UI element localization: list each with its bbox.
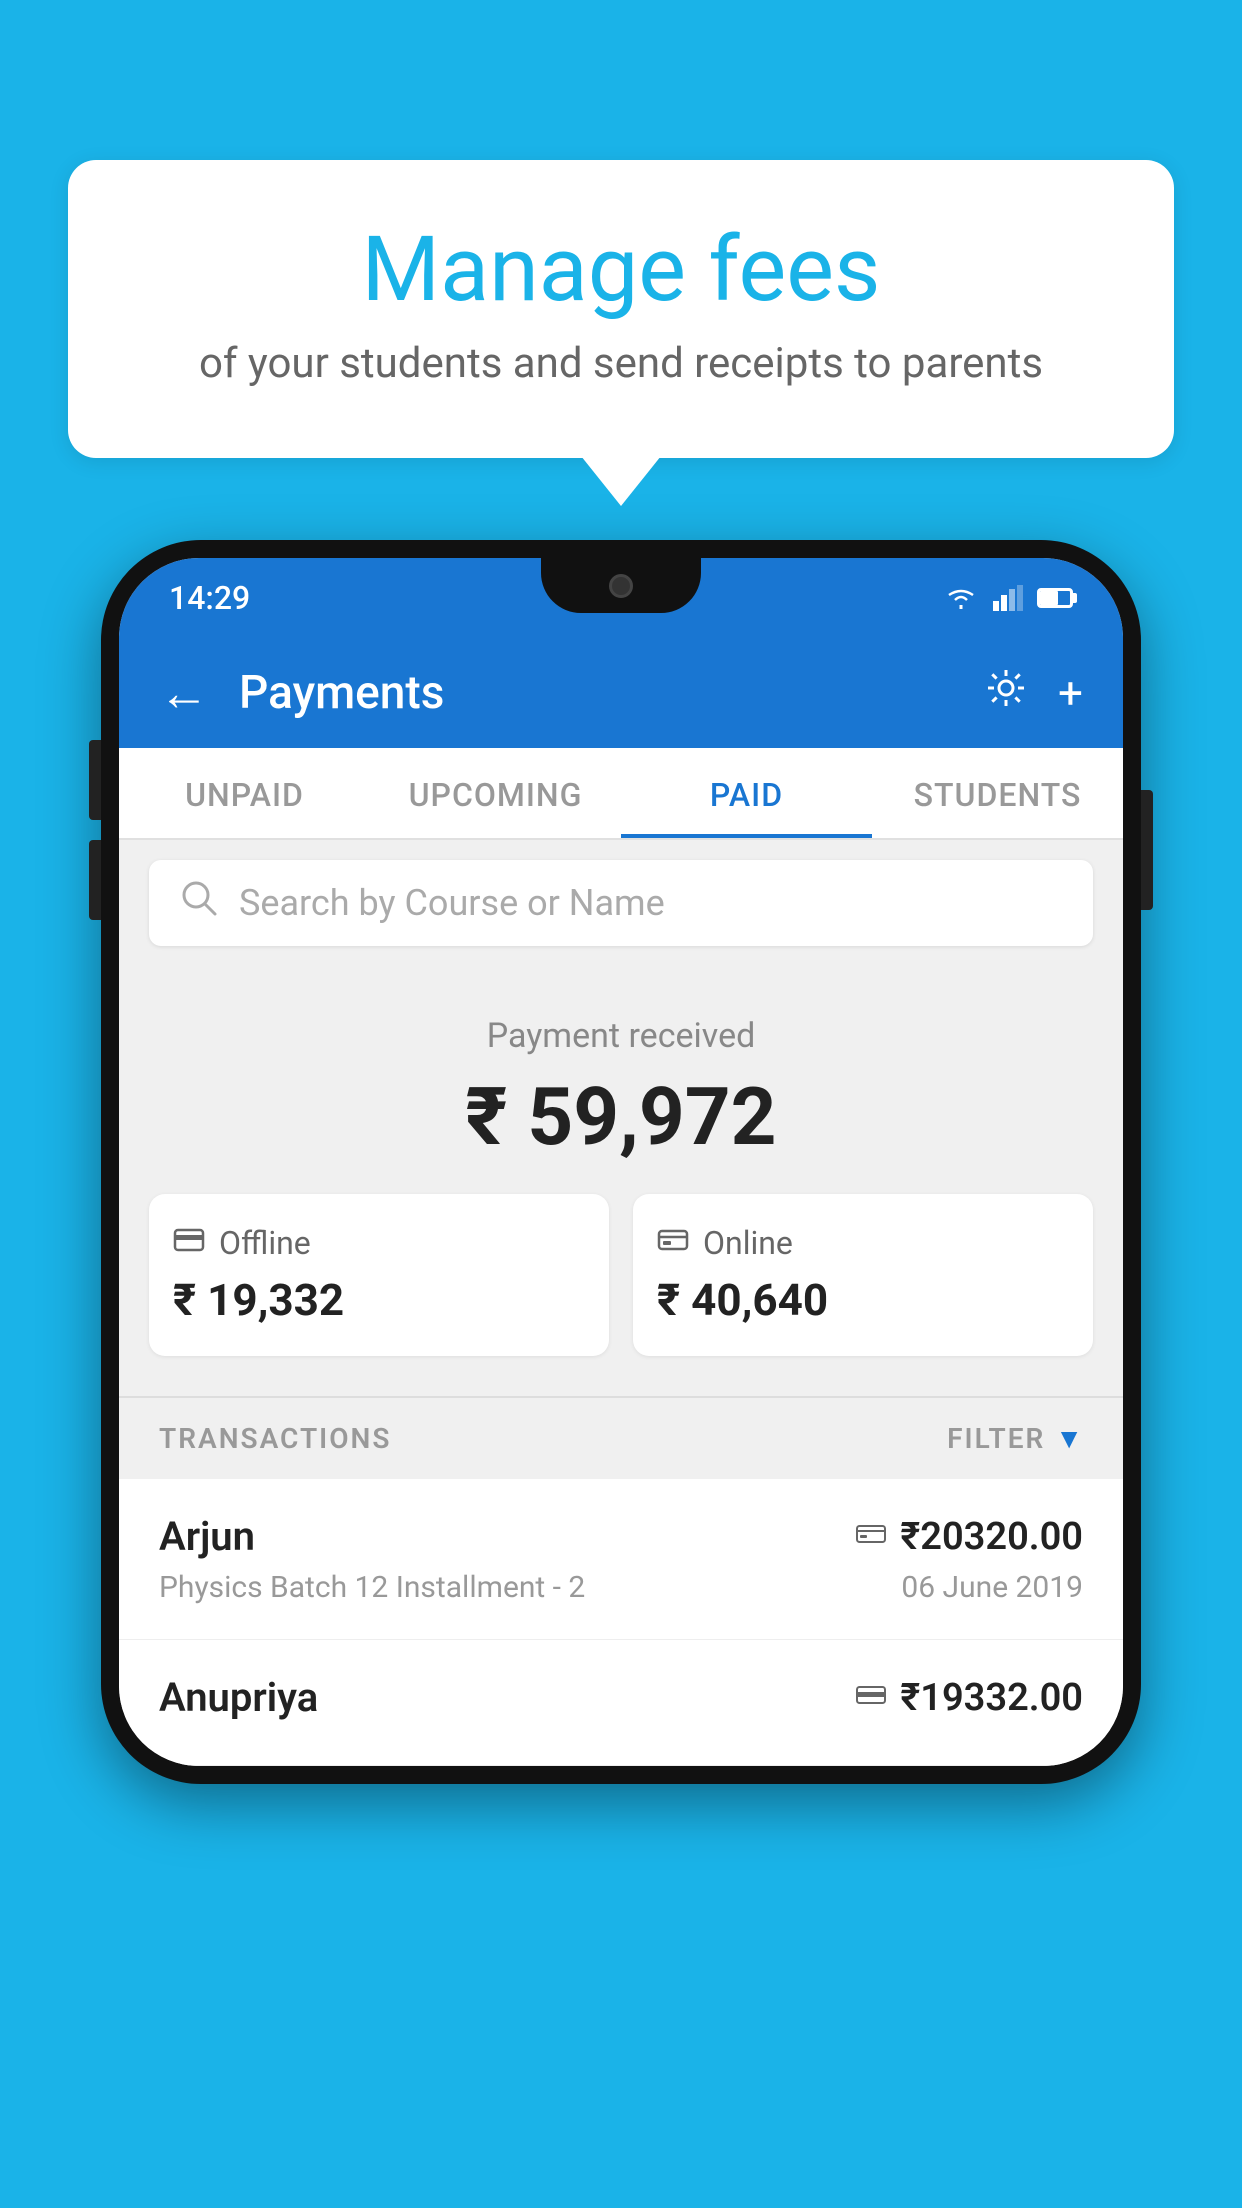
transaction-date: 06 June 2019 bbox=[901, 1570, 1083, 1605]
transaction-amount: ₹19332.00 bbox=[900, 1676, 1083, 1720]
add-button[interactable]: + bbox=[1058, 667, 1083, 719]
filter-container[interactable]: FILTER ▼ bbox=[947, 1422, 1083, 1455]
power-button bbox=[1141, 790, 1153, 910]
online-card: Online ₹ 40,640 bbox=[633, 1194, 1093, 1356]
tabs-bar: UNPAID UPCOMING PAID STUDENTS bbox=[119, 748, 1123, 840]
signal-icon bbox=[993, 585, 1023, 611]
phone-wrapper: 14:29 bbox=[101, 540, 1141, 1784]
transaction-item[interactable]: Anupriya ₹19332.00 bbox=[119, 1640, 1123, 1766]
payment-received-label: Payment received bbox=[149, 1016, 1093, 1056]
bubble-title: Manage fees bbox=[118, 220, 1124, 319]
filter-label: FILTER bbox=[947, 1422, 1045, 1455]
volume-down-button bbox=[89, 840, 101, 920]
payment-total-amount: ₹ 59,972 bbox=[149, 1070, 1093, 1164]
app-header: ← Payments + bbox=[119, 638, 1123, 748]
settings-icon[interactable] bbox=[984, 666, 1028, 721]
search-container: Search by Course or Name bbox=[119, 840, 1123, 966]
speech-bubble: Manage fees of your students and send re… bbox=[68, 160, 1174, 458]
online-label: Online bbox=[703, 1224, 793, 1262]
payment-summary: Payment received ₹ 59,972 Offline bbox=[119, 966, 1123, 1396]
page-title: Payments bbox=[239, 666, 954, 720]
header-icons: + bbox=[984, 666, 1083, 721]
transaction-payment-icon bbox=[856, 1519, 886, 1554]
transaction-amount-container: ₹19332.00 bbox=[856, 1676, 1083, 1720]
online-amount: ₹ 40,640 bbox=[657, 1274, 1069, 1326]
transaction-row-top: Anupriya ₹19332.00 bbox=[159, 1674, 1083, 1721]
transaction-amount: ₹20320.00 bbox=[900, 1515, 1083, 1559]
back-button[interactable]: ← bbox=[159, 664, 209, 723]
transaction-name: Anupriya bbox=[159, 1674, 318, 1721]
tab-students[interactable]: STUDENTS bbox=[872, 748, 1123, 838]
wifi-icon bbox=[943, 585, 979, 611]
offline-card-header: Offline bbox=[173, 1224, 585, 1262]
transaction-amount-container: ₹20320.00 bbox=[856, 1515, 1083, 1559]
phone-screen: 14:29 bbox=[119, 558, 1123, 1766]
search-bar[interactable]: Search by Course or Name bbox=[149, 860, 1093, 946]
online-card-header: Online bbox=[657, 1224, 1069, 1262]
transactions-label: TRANSACTIONS bbox=[159, 1422, 391, 1455]
status-bar: 14:29 bbox=[119, 558, 1123, 638]
bubble-subtitle: of your students and send receipts to pa… bbox=[118, 339, 1124, 388]
phone-frame: 14:29 bbox=[101, 540, 1141, 1784]
offline-payment-icon bbox=[173, 1224, 205, 1262]
transaction-payment-icon bbox=[856, 1680, 886, 1715]
search-input-placeholder[interactable]: Search by Course or Name bbox=[239, 882, 665, 924]
transaction-item[interactable]: Arjun ₹20320.00 Physics Batch 1 bbox=[119, 1479, 1123, 1640]
filter-icon: ▼ bbox=[1055, 1422, 1083, 1455]
online-payment-icon bbox=[657, 1224, 689, 1262]
tab-upcoming[interactable]: UPCOMING bbox=[370, 748, 621, 838]
transaction-row-bottom: Physics Batch 12 Installment - 2 06 June… bbox=[159, 1570, 1083, 1605]
status-time: 14:29 bbox=[169, 579, 250, 617]
status-icons bbox=[943, 585, 1073, 611]
tab-unpaid[interactable]: UNPAID bbox=[119, 748, 370, 838]
payment-cards: Offline ₹ 19,332 bbox=[149, 1194, 1093, 1356]
offline-card: Offline ₹ 19,332 bbox=[149, 1194, 609, 1356]
notch bbox=[541, 558, 701, 613]
offline-amount: ₹ 19,332 bbox=[173, 1274, 585, 1326]
volume-up-button bbox=[89, 740, 101, 820]
transaction-description: Physics Batch 12 Installment - 2 bbox=[159, 1570, 585, 1605]
tab-paid[interactable]: PAID bbox=[621, 748, 872, 838]
transaction-name: Arjun bbox=[159, 1513, 255, 1560]
transactions-header: TRANSACTIONS FILTER ▼ bbox=[119, 1396, 1123, 1479]
front-camera bbox=[609, 574, 633, 598]
battery-icon bbox=[1037, 588, 1073, 608]
search-icon bbox=[179, 878, 219, 928]
transaction-row-top: Arjun ₹20320.00 bbox=[159, 1513, 1083, 1560]
offline-label: Offline bbox=[219, 1224, 311, 1262]
